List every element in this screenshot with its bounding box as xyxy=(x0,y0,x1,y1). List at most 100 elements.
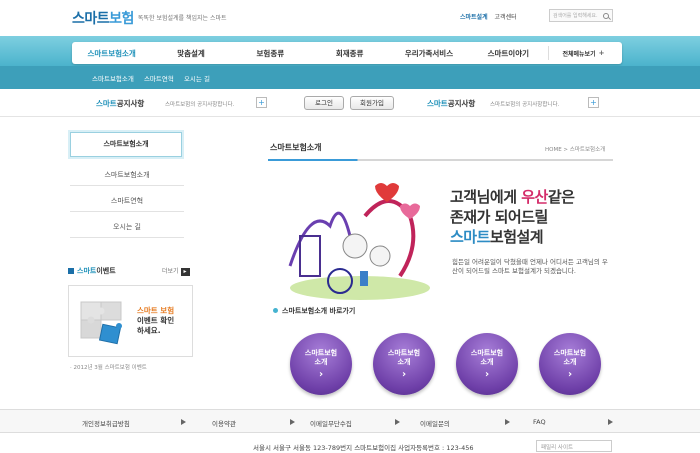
notice-text-left[interactable]: 스마트보험의 공지사항합니다. xyxy=(165,100,234,108)
event-heading-hl: 스마트 xyxy=(77,267,97,275)
hero-headline-3-text: 보험설계 xyxy=(489,228,544,246)
site-header: 스마트보험 똑똑한 보험설계를 책임지는 스마트 스마트설계 고객센터 검색어를… xyxy=(0,0,700,36)
nav-item-custom[interactable]: 맞춤설계 xyxy=(151,48,230,59)
notice-title-left[interactable]: 스마트공지사항 xyxy=(96,98,144,109)
footer-link-email-policy[interactable]: 이메일무단수집 xyxy=(310,418,352,428)
shortcut-button-sublabel: 소개 xyxy=(563,358,577,366)
nav-item-intro[interactable]: 스마트보험소개 xyxy=(72,48,151,59)
site-tagline: 똑똑한 보험설계를 책임지는 스마트 xyxy=(138,15,227,22)
arrow-right-icon xyxy=(608,419,613,425)
puzzle-icon xyxy=(80,301,122,345)
sidebar-item-directions[interactable]: 오시는 길 xyxy=(70,216,184,238)
shortcut-heading-text: 스마트보험소개 바로가기 xyxy=(282,307,356,315)
search-input[interactable]: 검색어를 입력해세요. xyxy=(549,9,613,22)
chevron-right-icon: › xyxy=(567,369,573,380)
shortcut-button-4[interactable]: 스마트보험 소개 › xyxy=(539,333,601,395)
bullet-icon xyxy=(68,268,74,274)
arrow-right-icon xyxy=(505,419,510,425)
shortcut-heading: 스마트보험소개 바로가기 xyxy=(273,306,355,316)
event-line-1: 스마트 보험 xyxy=(137,306,175,315)
notice-title-text: 공지사항 xyxy=(116,99,145,108)
top-links: 스마트설계 고객센터 xyxy=(460,12,522,21)
chevron-right-icon: › xyxy=(318,369,324,380)
logo-suffix: 보험 xyxy=(109,11,134,27)
shortcut-button-label: 스마트보험 xyxy=(553,349,587,357)
hero-headline-1-hl: 우산 xyxy=(521,188,548,206)
shortcut-button-sublabel: 소개 xyxy=(480,358,494,366)
title-divider xyxy=(268,159,613,161)
nav-item-insurance-types[interactable]: 보험종류 xyxy=(231,48,310,59)
top-link-customer-center[interactable]: 고객센터 xyxy=(495,14,517,21)
notice-title-hl: 스마트 xyxy=(427,99,448,108)
chevron-right-icon: › xyxy=(401,369,407,380)
shortcut-button-sublabel: 소개 xyxy=(314,358,328,366)
hero-headline-2: 존재가 되어드릴 xyxy=(450,208,548,226)
notice-title-hl: 스마트 xyxy=(96,99,117,108)
arrow-right-icon xyxy=(181,419,186,425)
hero-illustration xyxy=(288,183,430,300)
footer-link-terms[interactable]: 이용약관 xyxy=(212,418,236,428)
page-title: 스마트보험소개 xyxy=(270,143,322,152)
logo-prefix: 스마트 xyxy=(72,11,110,27)
hero-headline-1a: 고객님에게 xyxy=(450,188,522,206)
top-link-smart-design[interactable]: 스마트설계 xyxy=(460,14,488,21)
footer-link-privacy[interactable]: 개인정보취급방침 xyxy=(82,418,130,428)
site-logo[interactable]: 스마트보험 xyxy=(72,8,134,28)
shortcut-button-label: 스마트보험 xyxy=(387,349,421,357)
hero-headline-3: 스마트보험설계 xyxy=(450,227,544,247)
event-banner-text: 스마트 보험 이벤트 확인 하세요. xyxy=(137,306,174,336)
breadcrumb[interactable]: HOME > 스마트보험소개 xyxy=(545,145,605,153)
copyright-text: 서울시 서울구 서울동 123-789번지 스마트보험이집 사업자등록번호 : … xyxy=(253,444,474,452)
notice-more-left-button[interactable]: + xyxy=(256,97,267,108)
shortcut-button-1[interactable]: 스마트보험 소개 › xyxy=(290,333,352,395)
plus-icon: + xyxy=(598,49,605,57)
footer-links: 개인정보취급방침 이용약관 이메일무단수집 이메일문의 FAQ xyxy=(0,409,700,433)
event-line-2: 이벤트 확인 xyxy=(137,316,175,325)
shortcut-button-label: 스마트보험 xyxy=(304,349,338,357)
dot-icon xyxy=(273,308,278,313)
shortcut-button-3[interactable]: 스마트보험 소개 › xyxy=(456,333,518,395)
notice-more-right-button[interactable]: + xyxy=(588,97,599,108)
sub-nav: 스마트보험소개 스마트연혁 오시는 길 xyxy=(0,66,700,89)
shortcut-button-2[interactable]: 스마트보험 소개 › xyxy=(373,333,435,395)
notice-bar: 스마트공지사항 스마트보험의 공지사항합니다. + 로그인 회원가입 스마트공지… xyxy=(0,89,700,117)
shortcut-button-label: 스마트보험 xyxy=(470,349,504,357)
arrow-right-icon xyxy=(395,419,400,425)
subnav-item-history[interactable]: 스마트연혁 xyxy=(144,75,174,83)
event-line-3: 하세요. xyxy=(137,326,161,335)
main-nav: 스마트보험소개 맞춤설계 보험종류 회재종류 우리가족서비스 스마트이야기 전체… xyxy=(72,42,622,64)
hero-headline-3-hl: 스마트 xyxy=(450,228,490,246)
event-banner[interactable]: 스마트 보험 이벤트 확인 하세요. xyxy=(68,285,193,357)
family-site-select[interactable]: 패밀리 사이트 xyxy=(536,440,612,452)
search-icon[interactable] xyxy=(603,12,609,19)
all-menu-label: 전체메뉴보기 xyxy=(562,50,596,58)
hero-headline-1b: 같은 xyxy=(547,188,575,206)
footer-link-faq[interactable]: FAQ xyxy=(533,418,546,426)
arrow-right-icon xyxy=(290,419,295,425)
nav-item-family-service[interactable]: 우리가족서비스 xyxy=(389,48,468,59)
sidebar-item-history[interactable]: 스마트연혁 xyxy=(70,190,184,212)
arrow-right-icon: ▸ xyxy=(180,268,190,276)
event-caption[interactable]: · 2012년 3월 스마트보험 이벤트 xyxy=(70,363,147,371)
event-more-link[interactable]: 더보기 ▸ xyxy=(162,266,190,276)
event-heading-text: 이벤트 xyxy=(96,267,116,275)
event-heading: 스마트이벤트 xyxy=(68,266,116,276)
sidebar-item-intro[interactable]: 스마트보험소개 xyxy=(70,164,184,186)
more-label: 더보기 xyxy=(162,268,179,275)
subnav-item-intro[interactable]: 스마트보험소개 xyxy=(92,75,134,83)
notice-text-right[interactable]: 스마트보험의 공지사항합니다. xyxy=(490,100,559,108)
hero-description: 힘든일 어려운일이 닥쳤을때 언제나 어디서든 고객님의 우산이 되어드릴 스마… xyxy=(452,258,608,275)
notice-title-right[interactable]: 스마트공지사항 xyxy=(427,98,475,109)
join-button[interactable]: 회원가입 xyxy=(350,96,394,110)
all-menu-button[interactable]: 전체메뉴보기 + xyxy=(547,46,618,60)
search-placeholder: 검색어를 입력해세요. xyxy=(553,13,598,19)
subnav-item-directions[interactable]: 오시는 길 xyxy=(184,75,210,83)
sidebar-title[interactable]: 스마트보험소개 xyxy=(70,132,182,157)
login-button[interactable]: 로그인 xyxy=(304,96,344,110)
nav-item-company-types[interactable]: 회재종류 xyxy=(310,48,389,59)
nav-item-story[interactable]: 스마트이야기 xyxy=(469,48,548,59)
chevron-right-icon: › xyxy=(484,369,490,380)
footer-link-email-contact[interactable]: 이메일문의 xyxy=(420,418,450,428)
notice-title-text: 공지사항 xyxy=(447,99,476,108)
shortcut-button-sublabel: 소개 xyxy=(397,358,411,366)
